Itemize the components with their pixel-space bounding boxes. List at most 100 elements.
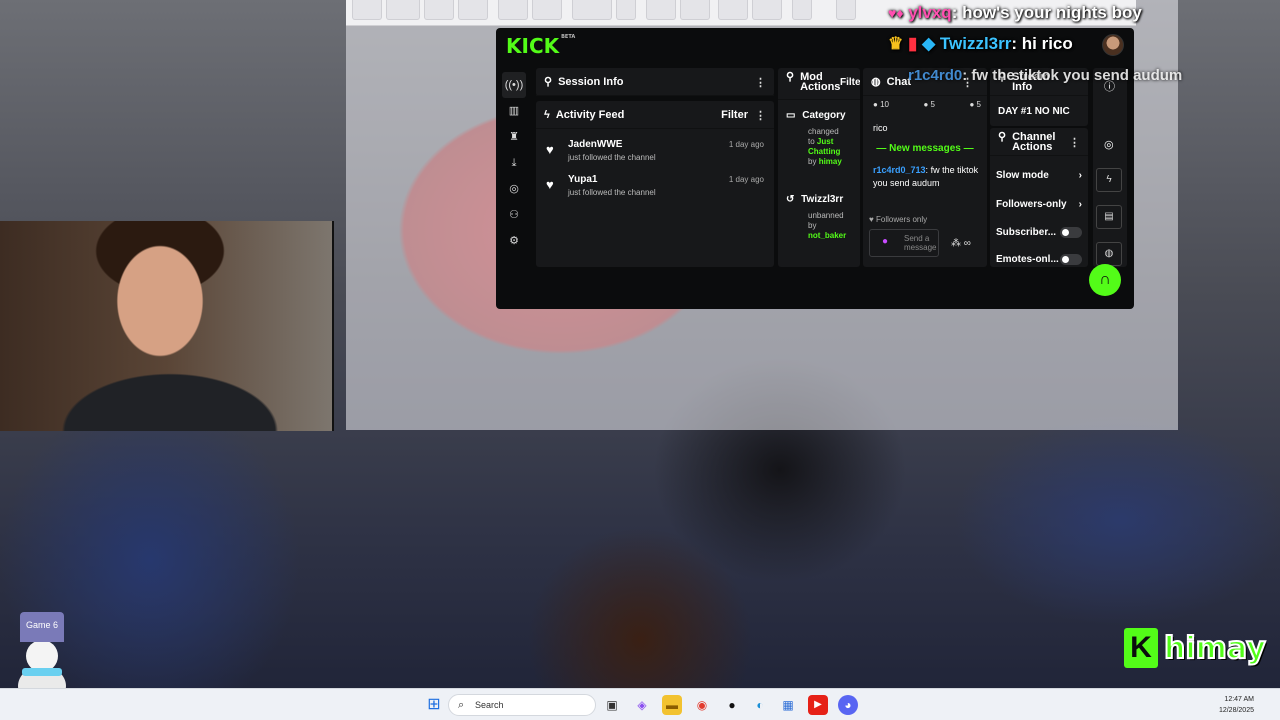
copilot-icon[interactable]: ◈: [632, 695, 652, 715]
broadcast-icon[interactable]: ((•)): [502, 72, 526, 98]
emotes-only-row[interactable]: Emotes-onl...: [996, 254, 1082, 265]
search-input[interactable]: ⌕ Search: [448, 694, 596, 716]
task-view-icon[interactable]: ▣: [602, 695, 622, 715]
mod-entry-detail: unbanned by not_baker: [808, 211, 847, 240]
stat: ● 5: [969, 100, 981, 109]
list-item: ♥ JadenWWE just followed the channel 1 d…: [546, 139, 764, 169]
stream-title[interactable]: DAY #1 NO NIC: [998, 106, 1070, 117]
overlay-chat-line-3: r1c4rd0: fw the tiktok you send audum: [908, 67, 1183, 84]
crown-icon: ♛: [888, 34, 904, 53]
follower-name[interactable]: Yupa1: [568, 174, 597, 185]
mod-entry-detail: changed to Just Chatting by himay: [808, 127, 842, 166]
browser-tab[interactable]: [616, 0, 636, 20]
new-messages-banner[interactable]: — New messages —: [869, 143, 981, 154]
panel-title: Channel Actions: [1012, 131, 1056, 153]
heart-icon: ♥: [546, 177, 554, 192]
chevron-right-icon: ›: [1078, 170, 1082, 181]
pin-icon[interactable]: ⚲: [544, 75, 552, 88]
chat-username: Twizzl3rr: [939, 34, 1012, 53]
pin-icon[interactable]: ⚲: [786, 72, 794, 83]
followers-only-label: ♥ Followers only: [869, 215, 928, 224]
filter-button[interactable]: Filter: [721, 109, 748, 121]
obs-icon[interactable]: ●: [722, 695, 742, 715]
activity-time: 1 day ago: [728, 175, 764, 184]
webcam-feed: [0, 221, 334, 431]
follower-name[interactable]: JadenWWE: [568, 139, 622, 150]
chat-stats: ● 10 ● 5 ● 5: [873, 100, 981, 109]
chat-message: fw the tiktok you send audum: [971, 67, 1183, 84]
chat-message: hi rico: [1021, 34, 1073, 53]
category-icon: ▭: [786, 110, 796, 121]
chat-username[interactable]: r1c4rd0_713: [873, 165, 926, 175]
snowman-hat-label: Game 6: [20, 612, 64, 642]
camera-icon[interactable]: ◎: [1104, 138, 1114, 151]
headset-fab-button[interactable]: ∩: [1089, 264, 1121, 296]
chat-panel: ◍ Chat ⋮ ● 10 ● 5 ● 5 rico — New messages…: [863, 68, 987, 267]
avatar[interactable]: [1102, 34, 1124, 56]
mic-icon[interactable]: ●: [882, 237, 888, 247]
file-explorer-icon[interactable]: ▬: [662, 695, 682, 715]
followers-only-row[interactable]: Followers-only ›: [996, 199, 1082, 210]
bolt-button[interactable]: ϟ: [1096, 168, 1122, 192]
browser-tab[interactable]: [646, 0, 676, 20]
store-icon[interactable]: ▦: [778, 695, 798, 715]
gear-icon[interactable]: ⚙: [502, 228, 526, 254]
browser-tab[interactable]: [424, 0, 454, 20]
right-rail: ⓘ ◎ ϟ ▤ ◍: [1093, 68, 1127, 267]
subscriber-row[interactable]: Subscriber...: [996, 227, 1082, 238]
chart-icon[interactable]: ▥: [502, 98, 526, 124]
target-icon[interactable]: ◎: [502, 176, 526, 202]
windows-icon[interactable]: ⊞: [424, 695, 444, 715]
more-icon[interactable]: ⋮: [755, 109, 766, 122]
system-clock[interactable]: 12:47 AM 12/28/2025: [1219, 694, 1254, 716]
browser-tab[interactable]: [680, 0, 710, 20]
download-icon[interactable]: ⤓: [502, 150, 526, 176]
chrome-icon[interactable]: ◉: [692, 695, 712, 715]
edge-icon[interactable]: ◐: [750, 695, 770, 715]
youtube-icon[interactable]: ▶: [808, 695, 828, 715]
overlay-chat-line-2: ♛ ▮ ◆ Twizzl3rr: hi rico: [888, 34, 1073, 53]
left-nav-rail: ((•)) ▥ ♜ ⤓ ◎ ⚇ ⚙: [502, 72, 526, 254]
channel-logo: K himay: [1124, 628, 1267, 668]
trophy-icon[interactable]: ♜: [502, 124, 526, 150]
slow-mode-row[interactable]: Slow mode ›: [996, 170, 1082, 181]
users-icon[interactable]: ⚇: [502, 202, 526, 228]
channel-actions-panel: ⚲ Channel Actions ⋮ Slow mode › Followers-…: [990, 128, 1088, 267]
mod-entry: ▭ Category changed to Just Chatting by h…: [786, 110, 860, 167]
emote-icon: ♥♦: [888, 5, 904, 21]
mod-entry: ↺ Twizzl3rr unbanned by not_baker: [786, 194, 860, 241]
browser-tab[interactable]: [792, 0, 812, 20]
more-icon[interactable]: ⋮: [755, 76, 766, 89]
discord-icon[interactable]: ◕: [838, 695, 858, 715]
browser-tab[interactable]: [572, 0, 612, 20]
chevron-right-icon: ›: [1078, 199, 1082, 210]
browser-tab[interactable]: [752, 0, 782, 20]
kick-k-logo: K: [1124, 628, 1158, 668]
browser-tab[interactable]: [498, 0, 528, 20]
browser-tab[interactable]: [352, 0, 382, 20]
mod-entry-title: Twizzl3rr: [801, 194, 844, 205]
browser-tab[interactable]: [532, 0, 562, 20]
badge-icon: ▮: [907, 34, 918, 53]
browser-tab[interactable]: [386, 0, 420, 20]
emotes-only-toggle[interactable]: [1060, 254, 1082, 265]
filter-button[interactable]: Filter: [840, 77, 860, 88]
stat: ● 10: [873, 100, 889, 109]
chat-button[interactable]: ◍: [1096, 242, 1122, 266]
document-button[interactable]: ▤: [1096, 205, 1122, 229]
browser-tab[interactable]: [836, 0, 856, 20]
subscriber-toggle[interactable]: [1060, 227, 1082, 238]
send-message-input[interactable]: ● Send a message: [869, 229, 939, 257]
mod-actions-panel: ⚲ Mod Actions Filter ▭ Category changed t…: [778, 68, 860, 267]
emote-picker-icon[interactable]: ⁂ ∞: [951, 238, 971, 249]
overlay-chat-line-1: ♥♦ ylvxq: how's your nights boy: [888, 3, 1142, 22]
browser-tab[interactable]: [458, 0, 488, 20]
chat-message-prev: rico: [873, 123, 888, 133]
activity-feed-panel: ϟ Activity Feed Filter ⋮ ♥ JadenWWE just …: [536, 101, 774, 267]
mod-entry-title: Category: [802, 110, 846, 121]
pin-icon[interactable]: ⚲: [998, 132, 1006, 143]
panel-title: Activity Feed: [555, 108, 625, 121]
browser-tab[interactable]: [718, 0, 748, 20]
chat-message: how's your nights boy: [962, 3, 1142, 22]
more-icon[interactable]: ⋮: [1069, 136, 1080, 149]
